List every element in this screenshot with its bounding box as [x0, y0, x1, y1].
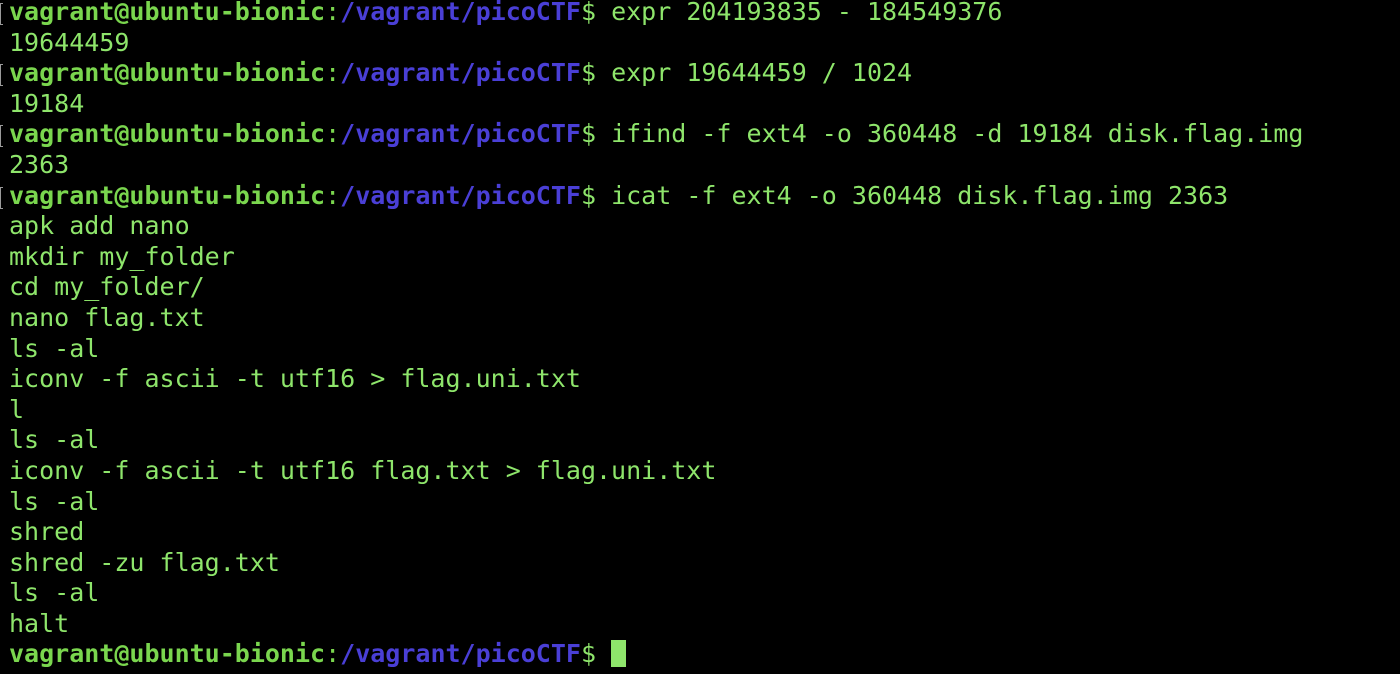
- output-line: iconv -f ascii -t utf16 > flag.uni.txt: [9, 364, 1400, 395]
- output-line: cd my_folder/: [9, 272, 1400, 303]
- prompt-path: /vagrant/picoCTF: [340, 180, 581, 210]
- prompt-user-host: vagrant@ubuntu-bionic: [9, 639, 326, 669]
- prompt-user-host: vagrant@ubuntu-bionic: [9, 180, 326, 210]
- output-text: shred -zu flag.txt: [9, 547, 280, 577]
- prompt-separator: :: [325, 119, 341, 149]
- prompt-path: /vagrant/picoCTF: [340, 58, 581, 88]
- prompt-separator: :: [325, 0, 341, 26]
- prompt-path: /vagrant/picoCTF: [340, 0, 581, 26]
- prompt-user-host: vagrant@ubuntu-bionic: [9, 0, 326, 26]
- output-line: halt: [9, 609, 1400, 640]
- command-line: vagrant@ubuntu-bionic:/vagrant/picoCTF$ …: [9, 119, 1400, 150]
- command-line: vagrant@ubuntu-bionic:/vagrant/picoCTF$ …: [9, 0, 1400, 28]
- output-text: apk add nano: [9, 211, 190, 241]
- output-text: l: [9, 394, 25, 424]
- output-line: mkdir my_folder: [9, 242, 1400, 273]
- output-line: 19184: [9, 89, 1400, 120]
- command-text: expr 204193835 - 184549376: [611, 0, 1003, 26]
- output-text: ls -al: [9, 425, 100, 455]
- prompt-dollar: $: [580, 58, 612, 88]
- output-line: ls -al: [9, 487, 1400, 518]
- line-marker: [0, 3, 3, 25]
- prompt-separator: :: [325, 180, 341, 210]
- output-text: ls -al: [9, 578, 100, 608]
- output-text: ls -al: [9, 333, 100, 363]
- command-text: icat -f ext4 -o 360448 disk.flag.img 236…: [611, 180, 1229, 210]
- output-text: iconv -f ascii -t utf16 flag.txt > flag.…: [9, 455, 717, 485]
- command-text: ifind -f ext4 -o 360448 -d 19184 disk.fl…: [611, 119, 1304, 149]
- output-line: ls -al: [9, 578, 1400, 609]
- prompt-dollar: $: [580, 119, 612, 149]
- output-text: cd my_folder/: [9, 272, 205, 302]
- output-text: 2363: [9, 149, 70, 179]
- prompt-user-host: vagrant@ubuntu-bionic: [9, 58, 326, 88]
- prompt-separator: :: [325, 639, 341, 669]
- output-line: ls -al: [9, 425, 1400, 456]
- line-marker: [0, 64, 3, 87]
- output-text: iconv -f ascii -t utf16 > flag.uni.txt: [9, 364, 581, 394]
- line-marker: [0, 125, 3, 148]
- output-text: ls -al: [9, 486, 100, 516]
- output-text: halt: [9, 608, 70, 638]
- output-line: 19644459: [9, 28, 1400, 59]
- command-line: vagrant@ubuntu-bionic:/vagrant/picoCTF$ …: [9, 58, 1400, 89]
- output-text: shred: [9, 517, 85, 547]
- output-text: mkdir my_folder: [9, 241, 235, 271]
- prompt-dollar: $: [580, 639, 612, 669]
- output-line: apk add nano: [9, 211, 1400, 242]
- output-text: nano flag.txt: [9, 302, 205, 332]
- terminal-window[interactable]: vagrant@ubuntu-bionic:/vagrant/picoCTF$ …: [0, 0, 1400, 671]
- output-text: 19184: [9, 88, 85, 118]
- prompt-dollar: $: [580, 180, 612, 210]
- output-line: 2363: [9, 150, 1400, 181]
- output-line: shred: [9, 517, 1400, 548]
- command-text: expr 19644459 / 1024: [611, 58, 913, 88]
- prompt-user-host: vagrant@ubuntu-bionic: [9, 119, 326, 149]
- prompt-path: /vagrant/picoCTF: [340, 639, 581, 669]
- line-marker: [0, 186, 3, 209]
- output-line: shred -zu flag.txt: [9, 548, 1400, 579]
- prompt-dollar: $: [580, 0, 612, 26]
- text-cursor[interactable]: [611, 640, 627, 668]
- prompt-path: /vagrant/picoCTF: [340, 119, 581, 149]
- output-line: ls -al: [9, 334, 1400, 365]
- output-line: iconv -f ascii -t utf16 flag.txt > flag.…: [9, 456, 1400, 487]
- output-line: nano flag.txt: [9, 303, 1400, 334]
- command-line: vagrant@ubuntu-bionic:/vagrant/picoCTF$ …: [9, 181, 1400, 212]
- output-text: 19644459: [9, 27, 130, 57]
- active-prompt-line: vagrant@ubuntu-bionic:/vagrant/picoCTF$: [9, 639, 1400, 670]
- prompt-separator: :: [325, 58, 341, 88]
- output-line: l: [9, 395, 1400, 426]
